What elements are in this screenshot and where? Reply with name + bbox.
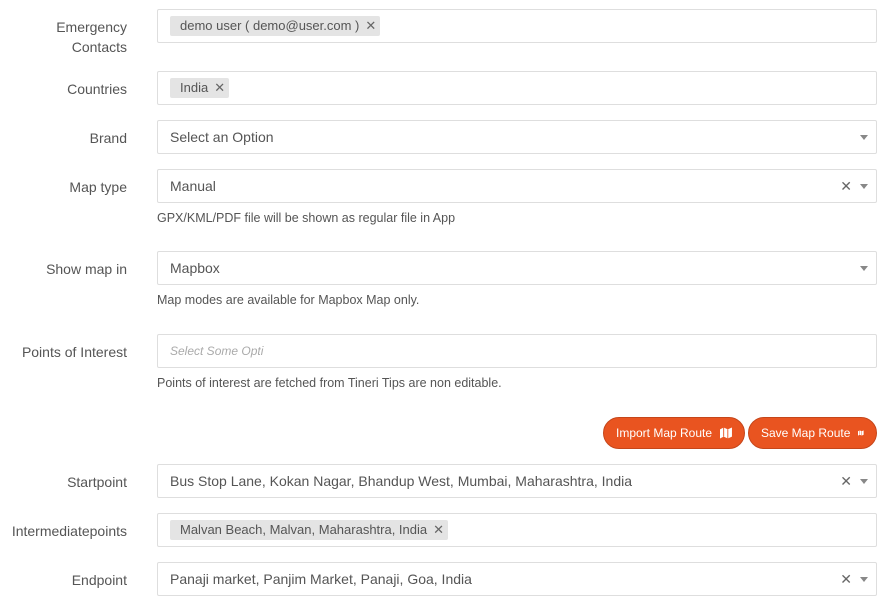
show-map-in-select-value: Mapbox [170, 260, 220, 276]
brand-label: Brand [89, 130, 127, 146]
chevron-down-icon[interactable] [860, 577, 868, 582]
endpoint-select[interactable]: Panaji market, Panjim Market, Panaji, Go… [157, 562, 877, 596]
remove-tag-icon[interactable]: ✕ [433, 520, 444, 540]
points-of-interest-help-text: Points of interest are fetched from Tine… [157, 376, 502, 390]
startpoint-select-value: Bus Stop Lane, Kokan Nagar, Bhandup West… [170, 473, 633, 489]
emergency-contact-tag: demo user ( demo@user.com ) ✕ [170, 16, 381, 36]
points-of-interest-placeholder: Select Some Opti [170, 344, 264, 358]
chevron-down-icon[interactable] [860, 266, 868, 271]
country-tag: India ✕ [170, 78, 230, 98]
emergency-contacts-label: Emergency Contacts [0, 17, 127, 57]
startpoint-label: Startpoint [67, 474, 127, 490]
countries-multiselect[interactable]: India ✕ [157, 71, 877, 105]
show-map-in-select[interactable]: Mapbox [157, 251, 877, 285]
show-map-in-help-text: Map modes are available for Mapbox Map o… [157, 293, 420, 307]
intermediatepoint-tag: Malvan Beach, Malvan, Maharashtra, India… [170, 520, 449, 540]
remove-tag-icon[interactable]: ✕ [214, 78, 225, 98]
chevron-down-icon[interactable] [860, 479, 868, 484]
country-tag-label: India [180, 80, 209, 95]
intermediatepoints-label: Intermediatepoints [11, 523, 127, 539]
endpoint-select-value: Panaji market, Panjim Market, Panaji, Go… [170, 571, 472, 587]
import-map-route-button[interactable]: Import Map Route [603, 417, 745, 449]
clear-icon[interactable]: ✕ [840, 178, 852, 194]
clear-icon[interactable]: ✕ [840, 473, 852, 489]
endpoint-label: Endpoint [71, 572, 127, 588]
remove-tag-icon[interactable]: ✕ [365, 16, 376, 36]
points-of-interest-multiselect[interactable]: Select Some Opti [157, 334, 877, 368]
save-map-route-button[interactable]: Save Map Route [748, 417, 877, 449]
save-map-route-label: Save Map Route [761, 426, 851, 440]
map-type-select-value: Manual [170, 178, 216, 194]
map-icon [720, 427, 732, 439]
points-of-interest-label: Points of Interest [21, 344, 127, 360]
show-map-in-label: Show map in [46, 261, 127, 277]
intermediatepoints-multiselect[interactable]: Malvan Beach, Malvan, Maharashtra, India… [157, 513, 877, 547]
chevron-down-icon[interactable] [860, 135, 868, 140]
brand-select-value: Select an Option [170, 129, 274, 145]
map-type-label: Map type [69, 179, 127, 195]
import-map-route-label: Import Map Route [616, 426, 713, 440]
intermediatepoint-tag-label: Malvan Beach, Malvan, Maharashtra, India [180, 522, 428, 537]
chevron-down-icon[interactable] [860, 184, 868, 189]
countries-label: Countries [67, 81, 127, 97]
startpoint-select[interactable]: Bus Stop Lane, Kokan Nagar, Bhandup West… [157, 464, 877, 498]
brand-select[interactable]: Select an Option [157, 120, 877, 154]
emergency-contact-tag-label: demo user ( demo@user.com ) [180, 18, 360, 33]
map-route-actions: Import Map Route Save Map Route [0, 417, 886, 449]
emergency-contacts-label-line1: Emergency [56, 19, 127, 35]
map-type-help-text: GPX/KML/PDF file will be shown as regula… [157, 211, 456, 225]
map-icon [858, 430, 864, 436]
emergency-contacts-multiselect[interactable]: demo user ( demo@user.com ) ✕ [157, 9, 877, 43]
map-type-select[interactable]: Manual ✕ [157, 169, 877, 203]
emergency-contacts-label-line2: Contacts [71, 39, 127, 55]
clear-icon[interactable]: ✕ [840, 571, 852, 587]
